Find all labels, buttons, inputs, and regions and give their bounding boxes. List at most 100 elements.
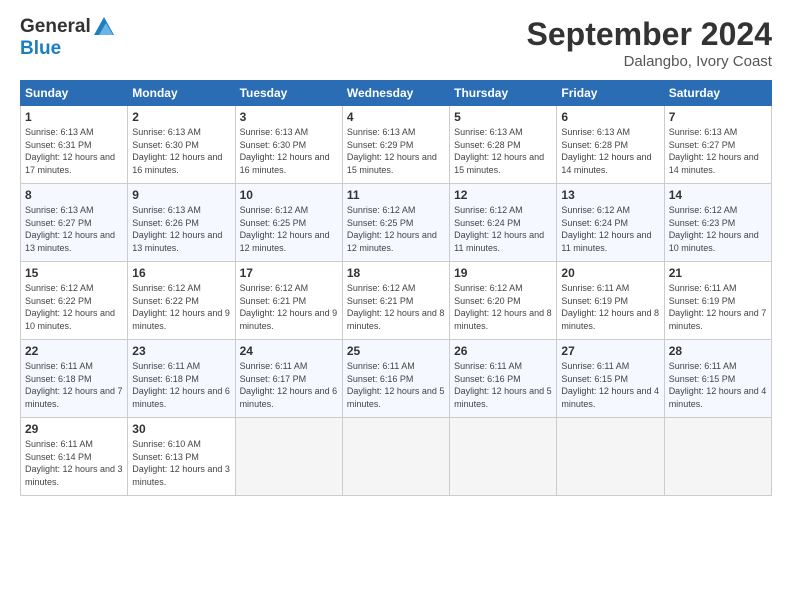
day-info: Sunrise: 6:11 AMSunset: 6:18 PMDaylight:… [25, 360, 123, 410]
calendar-cell: 1 Sunrise: 6:13 AMSunset: 6:31 PMDaylight… [21, 106, 128, 184]
day-header-tuesday: Tuesday [235, 81, 342, 106]
calendar-cell: 18 Sunrise: 6:12 AMSunset: 6:21 PMDayligh… [342, 262, 449, 340]
calendar-cell [342, 418, 449, 496]
day-header-thursday: Thursday [450, 81, 557, 106]
calendar-week-row: 15 Sunrise: 6:12 AMSunset: 6:22 PMDayligh… [21, 262, 772, 340]
calendar-cell [664, 418, 771, 496]
calendar-cell [235, 418, 342, 496]
day-info: Sunrise: 6:12 AMSunset: 6:24 PMDaylight:… [561, 204, 659, 254]
day-number: 30 [132, 422, 230, 436]
day-header-friday: Friday [557, 81, 664, 106]
day-info: Sunrise: 6:13 AMSunset: 6:30 PMDaylight:… [240, 126, 338, 176]
month-title: September 2024 [527, 16, 772, 53]
header: GeneralBlue September 2024 Dalangbo, Ivo… [20, 16, 772, 70]
location-title: Dalangbo, Ivory Coast [527, 53, 772, 70]
calendar-cell: 22Sunrise: 6:11 AMSunset: 6:18 PMDayligh… [21, 340, 128, 418]
calendar-cell: 11 Sunrise: 6:12 AMSunset: 6:25 PMDayligh… [342, 184, 449, 262]
day-number: 1 [25, 110, 123, 124]
day-info: Sunrise: 6:11 AMSunset: 6:19 PMDaylight:… [669, 282, 767, 332]
calendar-table: SundayMondayTuesdayWednesdayThursdayFrid… [20, 80, 772, 496]
calendar-cell: 5 Sunrise: 6:13 AMSunset: 6:28 PMDaylight… [450, 106, 557, 184]
calendar-cell: 13 Sunrise: 6:12 AMSunset: 6:24 PMDayligh… [557, 184, 664, 262]
day-number: 23 [132, 344, 230, 358]
day-number: 20 [561, 266, 659, 280]
day-number: 4 [347, 110, 445, 124]
calendar-body: 1 Sunrise: 6:13 AMSunset: 6:31 PMDaylight… [21, 106, 772, 496]
calendar-cell [557, 418, 664, 496]
calendar-cell: 17 Sunrise: 6:12 AMSunset: 6:21 PMDayligh… [235, 262, 342, 340]
day-info: Sunrise: 6:12 AMSunset: 6:21 PMDaylight:… [347, 282, 445, 332]
day-number: 13 [561, 188, 659, 202]
day-number: 11 [347, 188, 445, 202]
day-info: Sunrise: 6:12 AMSunset: 6:25 PMDaylight:… [347, 204, 445, 254]
calendar-week-row: 22Sunrise: 6:11 AMSunset: 6:18 PMDayligh… [21, 340, 772, 418]
day-info: Sunrise: 6:12 AMSunset: 6:21 PMDaylight:… [240, 282, 338, 332]
day-number: 26 [454, 344, 552, 358]
calendar-cell: 8Sunrise: 6:13 AMSunset: 6:27 PMDaylight… [21, 184, 128, 262]
days-header-row: SundayMondayTuesdayWednesdayThursdayFrid… [21, 81, 772, 106]
day-number: 7 [669, 110, 767, 124]
logo-icon [93, 16, 115, 38]
calendar-cell: 20 Sunrise: 6:11 AMSunset: 6:19 PMDayligh… [557, 262, 664, 340]
day-number: 3 [240, 110, 338, 124]
day-info: Sunrise: 6:11 AMSunset: 6:19 PMDaylight:… [561, 282, 659, 332]
day-info: Sunrise: 6:13 AMSunset: 6:27 PMDaylight:… [669, 126, 767, 176]
calendar-cell: 21 Sunrise: 6:11 AMSunset: 6:19 PMDayligh… [664, 262, 771, 340]
day-number: 2 [132, 110, 230, 124]
day-number: 21 [669, 266, 767, 280]
day-info: Sunrise: 6:13 AMSunset: 6:28 PMDaylight:… [454, 126, 552, 176]
day-info: Sunrise: 6:11 AMSunset: 6:18 PMDaylight:… [132, 360, 230, 410]
calendar-cell: 27Sunrise: 6:11 AMSunset: 6:15 PMDayligh… [557, 340, 664, 418]
calendar-cell: 3 Sunrise: 6:13 AMSunset: 6:30 PMDaylight… [235, 106, 342, 184]
calendar-cell: 12 Sunrise: 6:12 AMSunset: 6:24 PMDayligh… [450, 184, 557, 262]
day-info: Sunrise: 6:13 AMSunset: 6:31 PMDaylight:… [25, 126, 123, 176]
calendar-cell: 9 Sunrise: 6:13 AMSunset: 6:26 PMDaylight… [128, 184, 235, 262]
day-info: Sunrise: 6:11 AMSunset: 6:14 PMDaylight:… [25, 438, 123, 488]
calendar-cell: 23 Sunrise: 6:11 AMSunset: 6:18 PMDayligh… [128, 340, 235, 418]
calendar-cell: 15 Sunrise: 6:12 AMSunset: 6:22 PMDayligh… [21, 262, 128, 340]
calendar-cell: 2 Sunrise: 6:13 AMSunset: 6:30 PMDaylight… [128, 106, 235, 184]
day-info: Sunrise: 6:13 AMSunset: 6:28 PMDaylight:… [561, 126, 659, 176]
day-number: 5 [454, 110, 552, 124]
day-info: Sunrise: 6:11 AMSunset: 6:16 PMDaylight:… [347, 360, 445, 410]
calendar-week-row: 8Sunrise: 6:13 AMSunset: 6:27 PMDaylight… [21, 184, 772, 262]
calendar-cell [450, 418, 557, 496]
day-header-saturday: Saturday [664, 81, 771, 106]
day-info: Sunrise: 6:11 AMSunset: 6:15 PMDaylight:… [561, 360, 659, 410]
calendar-cell: 10Sunrise: 6:12 AMSunset: 6:25 PMDayligh… [235, 184, 342, 262]
day-number: 25 [347, 344, 445, 358]
calendar-cell: 30Sunrise: 6:10 AMSunset: 6:13 PMDayligh… [128, 418, 235, 496]
day-number: 18 [347, 266, 445, 280]
day-info: Sunrise: 6:13 AMSunset: 6:27 PMDaylight:… [25, 204, 123, 254]
day-info: Sunrise: 6:13 AMSunset: 6:30 PMDaylight:… [132, 126, 230, 176]
day-number: 19 [454, 266, 552, 280]
calendar-cell: 25 Sunrise: 6:11 AMSunset: 6:16 PMDayligh… [342, 340, 449, 418]
day-info: Sunrise: 6:12 AMSunset: 6:22 PMDaylight:… [132, 282, 230, 332]
day-number: 17 [240, 266, 338, 280]
day-number: 9 [132, 188, 230, 202]
calendar-week-row: 1 Sunrise: 6:13 AMSunset: 6:31 PMDaylight… [21, 106, 772, 184]
day-number: 6 [561, 110, 659, 124]
logo-general: General [20, 16, 91, 38]
calendar-cell: 4Sunrise: 6:13 AMSunset: 6:29 PMDaylight… [342, 106, 449, 184]
day-info: Sunrise: 6:12 AMSunset: 6:22 PMDaylight:… [25, 282, 123, 332]
day-number: 14 [669, 188, 767, 202]
calendar-cell: 6 Sunrise: 6:13 AMSunset: 6:28 PMDaylight… [557, 106, 664, 184]
day-info: Sunrise: 6:12 AMSunset: 6:23 PMDaylight:… [669, 204, 767, 254]
day-info: Sunrise: 6:11 AMSunset: 6:17 PMDaylight:… [240, 360, 338, 410]
title-block: September 2024 Dalangbo, Ivory Coast [527, 16, 772, 70]
calendar-cell: 19 Sunrise: 6:12 AMSunset: 6:20 PMDayligh… [450, 262, 557, 340]
day-info: Sunrise: 6:12 AMSunset: 6:24 PMDaylight:… [454, 204, 552, 254]
calendar-week-row: 29Sunrise: 6:11 AMSunset: 6:14 PMDayligh… [21, 418, 772, 496]
day-info: Sunrise: 6:11 AMSunset: 6:15 PMDaylight:… [669, 360, 767, 410]
day-number: 12 [454, 188, 552, 202]
day-info: Sunrise: 6:13 AMSunset: 6:26 PMDaylight:… [132, 204, 230, 254]
page: GeneralBlue September 2024 Dalangbo, Ivo… [0, 0, 792, 612]
day-number: 24 [240, 344, 338, 358]
calendar-cell: 14 Sunrise: 6:12 AMSunset: 6:23 PMDayligh… [664, 184, 771, 262]
calendar-cell: 16Sunrise: 6:12 AMSunset: 6:22 PMDayligh… [128, 262, 235, 340]
calendar-cell: 24 Sunrise: 6:11 AMSunset: 6:17 PMDayligh… [235, 340, 342, 418]
day-info: Sunrise: 6:12 AMSunset: 6:20 PMDaylight:… [454, 282, 552, 332]
calendar-cell: 29Sunrise: 6:11 AMSunset: 6:14 PMDayligh… [21, 418, 128, 496]
day-number: 15 [25, 266, 123, 280]
